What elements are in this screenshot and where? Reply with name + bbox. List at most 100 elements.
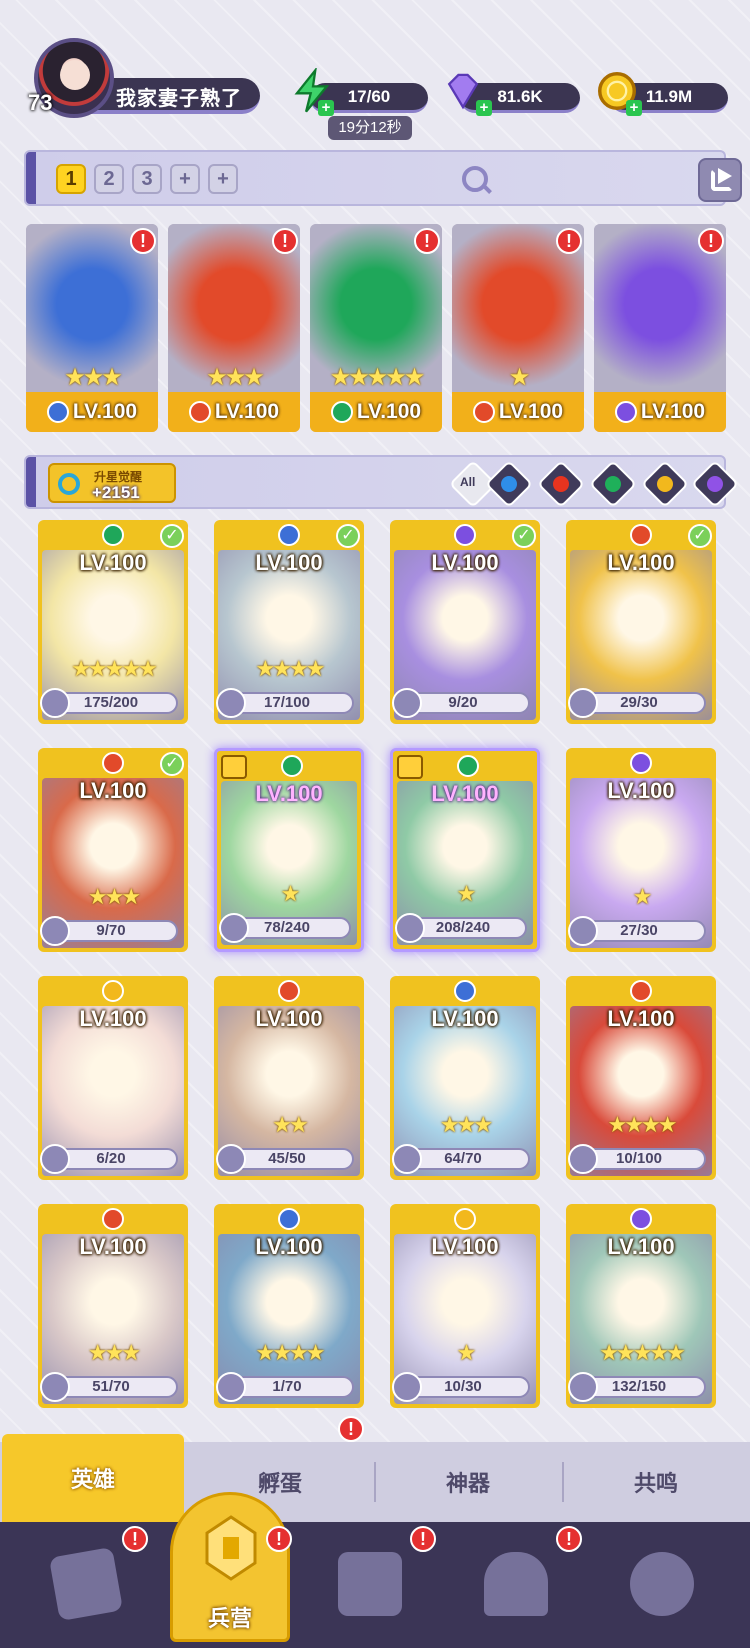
nav-guild[interactable]	[622, 1544, 702, 1624]
check-icon: ✓	[160, 524, 184, 548]
water-filter-icon[interactable]	[484, 459, 534, 509]
tab-divider	[562, 1462, 564, 1502]
wind-filter-icon[interactable]	[588, 459, 638, 509]
shard-icon	[40, 916, 70, 946]
hero-card[interactable]: LV.100 ★★★ 64/70	[390, 976, 540, 1180]
hero-card[interactable]: LV.100 ★★★ 9/70 ✓	[38, 748, 188, 952]
light-filter-icon[interactable]	[640, 459, 690, 509]
shard-icon	[219, 913, 249, 943]
cards-icon	[48, 1546, 124, 1622]
hero-stars: ★★★★★	[599, 1340, 686, 1365]
team-search-icon[interactable]	[462, 166, 488, 192]
nav-cards[interactable]	[46, 1544, 126, 1624]
hero-card[interactable]: LV.100 ★★★ 51/70	[38, 1204, 188, 1408]
hero-level: LV.100	[79, 550, 147, 575]
hero-card[interactable]: LV.100 ★★★★ 17/100 ✓	[214, 520, 364, 724]
hero-card[interactable]: LV.100 29/30 ✓	[566, 520, 716, 724]
element-icon	[630, 980, 652, 1002]
shard-icon	[40, 1144, 70, 1174]
hero-card[interactable]: LV.100 ★★★★ 1/70	[214, 1204, 364, 1408]
tab-resonance[interactable]: 共鸣	[566, 1442, 746, 1522]
shard-icon	[568, 1144, 598, 1174]
check-icon: ✓	[688, 524, 712, 548]
sub-tab-bar: 英雄 孵蛋 神器 共鸣 !	[0, 1416, 750, 1522]
awaken-button[interactable]: 升星觉醒 +2151	[48, 463, 176, 503]
tab-heroes[interactable]: 英雄	[2, 1434, 184, 1522]
gem-plus-icon[interactable]: +	[476, 100, 492, 116]
team-hero-card[interactable]: LV.100!	[594, 224, 726, 432]
awaken-count: +2151	[92, 483, 140, 502]
nav-map[interactable]	[330, 1544, 410, 1624]
filter-all-label: All	[460, 475, 476, 489]
team-tab-add-1[interactable]: +	[170, 164, 200, 194]
hero-stars: ★★★★	[255, 1340, 326, 1365]
shard-icon	[216, 688, 246, 718]
team-tab-3[interactable]: 3	[132, 164, 162, 194]
hero-level-row: LV.100	[168, 392, 300, 432]
hero-level: LV.100	[607, 778, 675, 803]
hero-stars: ★★★★★	[329, 364, 426, 391]
hero-card[interactable]: LV.100 ★ 78/240	[214, 748, 364, 952]
team-hero-card[interactable]: ★★★ LV.100!	[168, 224, 300, 432]
share-button[interactable]	[698, 158, 742, 202]
nav-barracks[interactable]: 兵营	[170, 1492, 290, 1642]
hero-level: LV.100	[431, 550, 499, 575]
alert-icon: !	[556, 228, 582, 254]
element-icon	[630, 1208, 652, 1230]
shrine-icon	[484, 1552, 548, 1616]
element-dot	[707, 476, 723, 492]
nav-shrine-alert-icon: !	[556, 1526, 582, 1552]
nav-shrine[interactable]	[476, 1544, 556, 1624]
hero-level-row: LV.100	[594, 392, 726, 432]
hero-level-row: LV.100	[310, 392, 442, 432]
hero-level: LV.100	[255, 1234, 323, 1259]
element-dot	[657, 476, 673, 492]
team-hero-card[interactable]: ★ LV.100!	[452, 224, 584, 432]
hero-card[interactable]: LV.100 ★ 27/30	[566, 748, 716, 952]
check-icon: ✓	[512, 524, 536, 548]
hero-card[interactable]: LV.100 9/20 ✓	[390, 520, 540, 724]
avatar-face	[60, 60, 90, 90]
hero-stars: ★★★★★	[71, 656, 158, 681]
hero-card[interactable]: LV.100 ★ 10/30	[390, 1204, 540, 1408]
hero-level: LV.100	[640, 400, 706, 423]
element-dot	[553, 476, 569, 492]
check-icon: ✓	[160, 752, 184, 776]
hero-card[interactable]: LV.100 ★ 208/240	[390, 748, 540, 952]
alert-icon: !	[130, 228, 156, 254]
team-tab-add-2[interactable]: +	[208, 164, 238, 194]
hero-card[interactable]: LV.100 ★★ 45/50	[214, 976, 364, 1180]
tab-divider	[374, 1462, 376, 1502]
bottom-navigation: 兵营 ! ! ! !	[0, 1492, 750, 1648]
shard-icon	[568, 916, 598, 946]
dark-filter-icon[interactable]	[690, 459, 740, 509]
hero-card[interactable]: LV.100 ★★★★★ 175/200 ✓	[38, 520, 188, 724]
hero-stars: ★★★	[206, 364, 265, 391]
element-icon	[454, 980, 476, 1002]
element-icon	[102, 1208, 124, 1230]
top-status-bar: 73 我家妻子熟了 17/60 + 19分12秒 81.6K + 11.9M +	[0, 38, 750, 140]
guild-icon	[630, 1552, 694, 1616]
energy-plus-icon[interactable]: +	[318, 100, 334, 116]
energy-timer: 19分12秒	[328, 116, 412, 140]
team-hero-card[interactable]: ★★★ LV.100!	[26, 224, 158, 432]
team-hero-card[interactable]: ★★★★★ LV.100!	[310, 224, 442, 432]
hero-card[interactable]: LV.100 ★★★★ 10/100	[566, 976, 716, 1180]
element-icon	[281, 755, 303, 777]
shard-icon	[216, 1144, 246, 1174]
hatch-alert-icon: !	[338, 1416, 364, 1442]
fire-filter-icon[interactable]	[536, 459, 586, 509]
barracks-badge-icon	[221, 755, 247, 779]
team-tab-2[interactable]: 2	[94, 164, 124, 194]
hero-level: LV.100	[607, 550, 675, 575]
hero-level: LV.100	[607, 1234, 675, 1259]
tab-artifacts[interactable]: 神器	[378, 1442, 558, 1522]
gold-plus-icon[interactable]: +	[626, 100, 642, 116]
barracks-icon	[205, 1515, 257, 1581]
team-tab-1[interactable]: 1	[56, 164, 86, 194]
nav-cards-alert-icon: !	[122, 1526, 148, 1552]
hero-card[interactable]: LV.100 6/20	[38, 976, 188, 1180]
hero-card[interactable]: LV.100 ★★★★★ 132/150	[566, 1204, 716, 1408]
fire-element-icon	[472, 401, 495, 423]
share-arrow-icon	[718, 168, 732, 184]
